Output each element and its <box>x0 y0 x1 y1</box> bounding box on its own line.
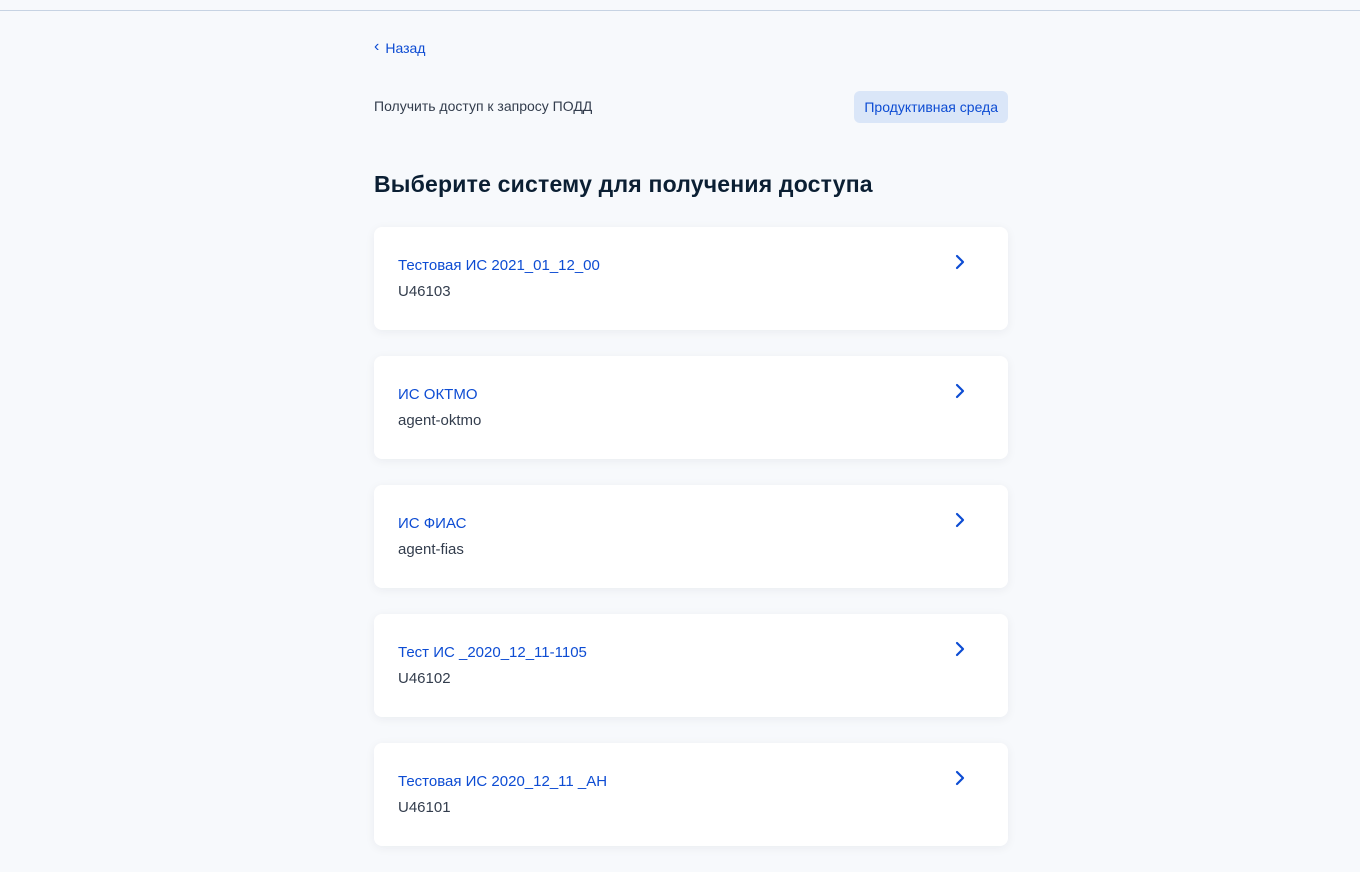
chevron-right-icon <box>952 767 968 789</box>
system-card-name: Тест ИС _2020_12_11-1105 <box>398 644 587 661</box>
system-card-name: ИС ОКТМО <box>398 386 478 403</box>
page-title: Выберите систему для получения доступа <box>374 171 873 197</box>
chevron-right-icon <box>952 380 968 402</box>
chevron-left-icon: ‹ <box>374 38 380 55</box>
environment-badge: Продуктивная среда <box>854 91 1008 123</box>
system-card-code: agent-oktmo <box>398 412 482 429</box>
system-card-name: Тестовая ИС 2020_12_11 _АН <box>398 773 608 790</box>
back-link-label: Назад <box>385 40 426 56</box>
system-card-code: agent-fias <box>398 541 464 558</box>
chevron-right-icon <box>952 251 968 273</box>
system-card-name: Тестовая ИС 2021_01_12_00 <box>398 257 600 274</box>
header-divider <box>0 10 1360 11</box>
system-card[interactable]: Тестовая ИС 2021_01_12_00 U46103 <box>374 227 1008 330</box>
system-list: Тестовая ИС 2021_01_12_00 U46103 ИС ОКТМ… <box>374 227 1008 872</box>
chevron-right-icon <box>952 638 968 660</box>
system-card[interactable]: ИС ОКТМО agent-oktmo <box>374 356 1008 459</box>
chevron-right-icon <box>952 509 968 531</box>
system-card[interactable]: Тест ИС _2020_12_11-1105 U46102 <box>374 614 1008 717</box>
subheader-text: Получить доступ к запросу ПОДД <box>374 98 593 114</box>
system-card-code: U46102 <box>398 670 451 687</box>
subheader: Получить доступ к запросу ПОДД Продуктив… <box>374 91 1008 123</box>
system-card-name: ИС ФИАС <box>398 515 467 532</box>
system-card[interactable]: ИС ФИАС agent-fias <box>374 485 1008 588</box>
system-card-code: U46103 <box>398 283 451 300</box>
back-link[interactable]: ‹ Назад <box>374 38 426 57</box>
system-card[interactable]: Тестовая ИС 2020_12_11 _АН U46101 <box>374 743 1008 846</box>
system-card-code: U46101 <box>398 799 451 816</box>
